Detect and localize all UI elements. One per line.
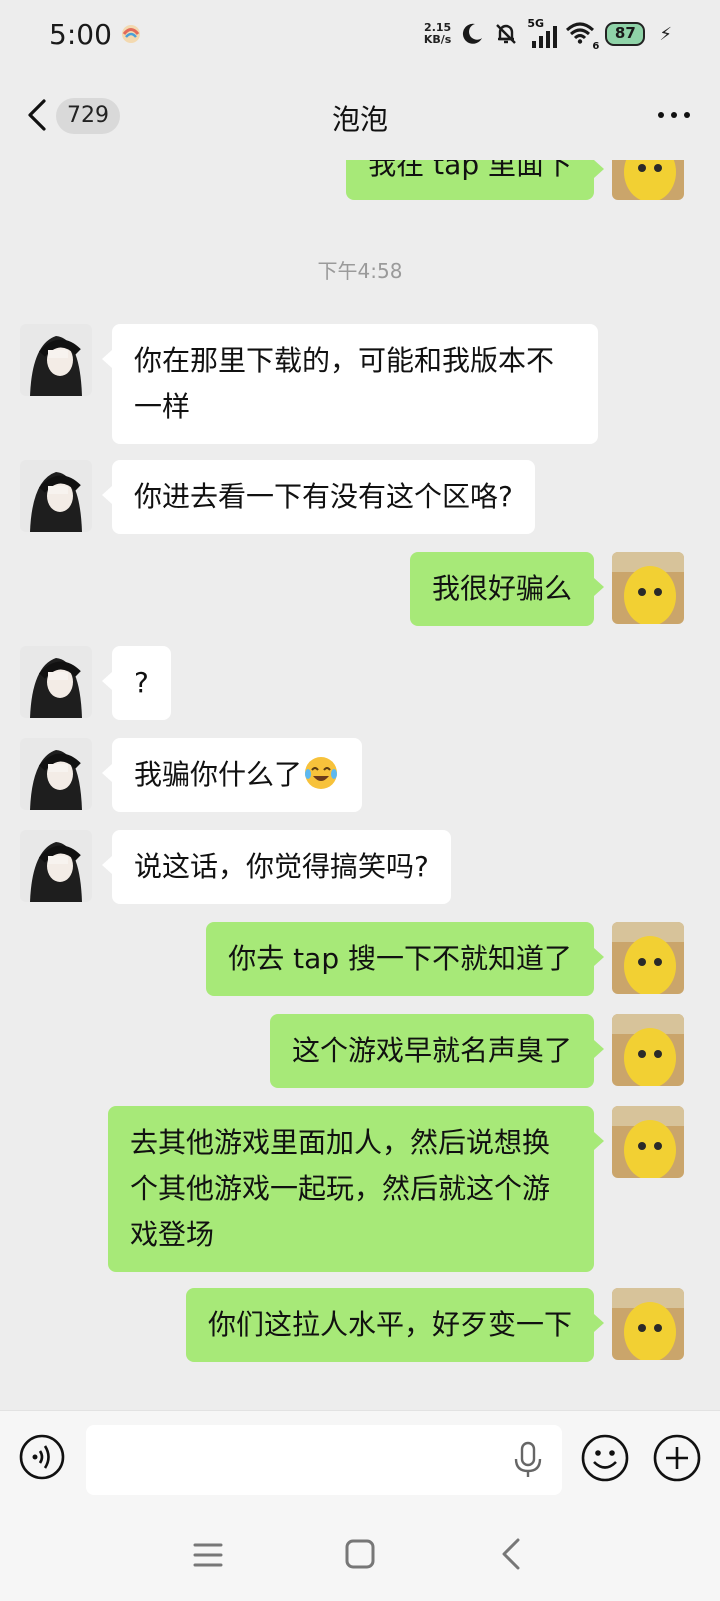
message-text: 你进去看一下有没有这个区咯? [134,480,513,513]
message-text: 我在 tap 里面下 [368,160,572,181]
contact-avatar[interactable] [20,646,92,718]
message-list[interactable]: 我在 tap 里面下 下午4:58 你在那里下载的，可能和我版本不一样 你进去看… [0,160,720,1410]
signal-icon: 5G [527,17,558,48]
message-text: 我很好骗么 [431,572,572,605]
my-avatar[interactable] [612,1106,684,1178]
outgoing-message-bubble[interactable]: 你们这拉人水平，好歹变一下 [185,1288,605,1362]
battery-level: 87 [614,24,636,42]
voice-input-icon[interactable] [18,1433,66,1481]
status-time: 5:00 [49,18,112,51]
contact-avatar[interactable] [20,324,92,396]
outgoing-message-bubble[interactable]: 这个游戏早就名声臭了 [269,1014,605,1088]
network-speed-unit: KB/s [423,33,452,46]
message-text: 你去 tap 搜一下不就知道了 [228,942,572,975]
system-back-icon[interactable] [498,1536,524,1572]
my-avatar[interactable] [612,922,684,994]
home-icon[interactable] [344,1538,376,1570]
status-bar: 5:00 2.15 KB/s 5G 6 87 ⚡ [0,0,720,70]
contact-avatar[interactable] [20,738,92,810]
more-options-icon[interactable] [658,112,690,118]
chat-title: 泡泡 [331,103,388,136]
message-text: 我骗你什么了 [134,758,303,791]
outgoing-message-bubble[interactable]: 我在 tap 里面下 [346,160,604,200]
wifi-sub-label: 6 [592,41,600,52]
outgoing-message-bubble[interactable]: 你去 tap 搜一下不就知道了 [206,922,604,996]
my-avatar[interactable] [612,552,684,624]
add-attachment-icon[interactable] [652,1433,702,1483]
emoji-icon[interactable] [580,1433,630,1483]
message-text: 你在那里下载的，可能和我版本不一样 [134,344,555,423]
my-avatar[interactable] [612,1288,684,1360]
message-text: 说这话，你觉得搞笑吗? [134,850,429,883]
my-avatar[interactable] [612,160,684,200]
outgoing-message-bubble[interactable]: 我很好骗么 [409,552,605,626]
incoming-message-bubble[interactable]: 我骗你什么了 [101,738,363,812]
recent-apps-icon[interactable] [192,1540,224,1570]
message-input-bar [0,1410,720,1511]
message-text: 这个游戏早就名声臭了 [291,1034,572,1067]
network-speed: 2.15 KB/s [424,22,451,46]
incoming-message-bubble[interactable]: 说这话，你觉得搞笑吗? [102,830,451,904]
laughing-crying-emoji-icon [305,757,338,789]
my-avatar[interactable] [612,1014,684,1086]
outgoing-message-bubble[interactable]: 去其他游戏里面加人，然后说想换个其他游戏一起玩，然后就这个游戏登场 [108,1106,604,1272]
microphone-icon[interactable] [512,1441,544,1479]
contact-avatar[interactable] [20,460,92,532]
message-text: ? [134,666,149,699]
message-text-input[interactable] [86,1425,562,1495]
mute-bell-icon [496,24,517,44]
incoming-message-bubble[interactable]: 你在那里下载的，可能和我版本不一样 [102,324,598,444]
message-text: 你们这拉人水平，好歹变一下 [207,1308,572,1341]
contact-avatar[interactable] [20,830,92,902]
chat-header: 729 泡泡 [0,70,720,160]
moon-icon [463,23,483,44]
system-navigation-bar [0,1510,720,1601]
message-text: 去其他游戏里面加人，然后说想换个其他游戏一起玩，然后就这个游戏登场 [130,1126,551,1251]
wifi-icon: 6 [565,20,599,52]
charging-icon: ⚡ [659,23,672,45]
app-notification-icon [122,25,140,43]
battery-icon: 87 [605,21,651,47]
message-timestamp: 下午4:58 [317,259,403,283]
incoming-message-bubble[interactable]: 你进去看一下有没有这个区咯? [102,460,535,534]
incoming-message-bubble[interactable]: ? [102,646,171,720]
